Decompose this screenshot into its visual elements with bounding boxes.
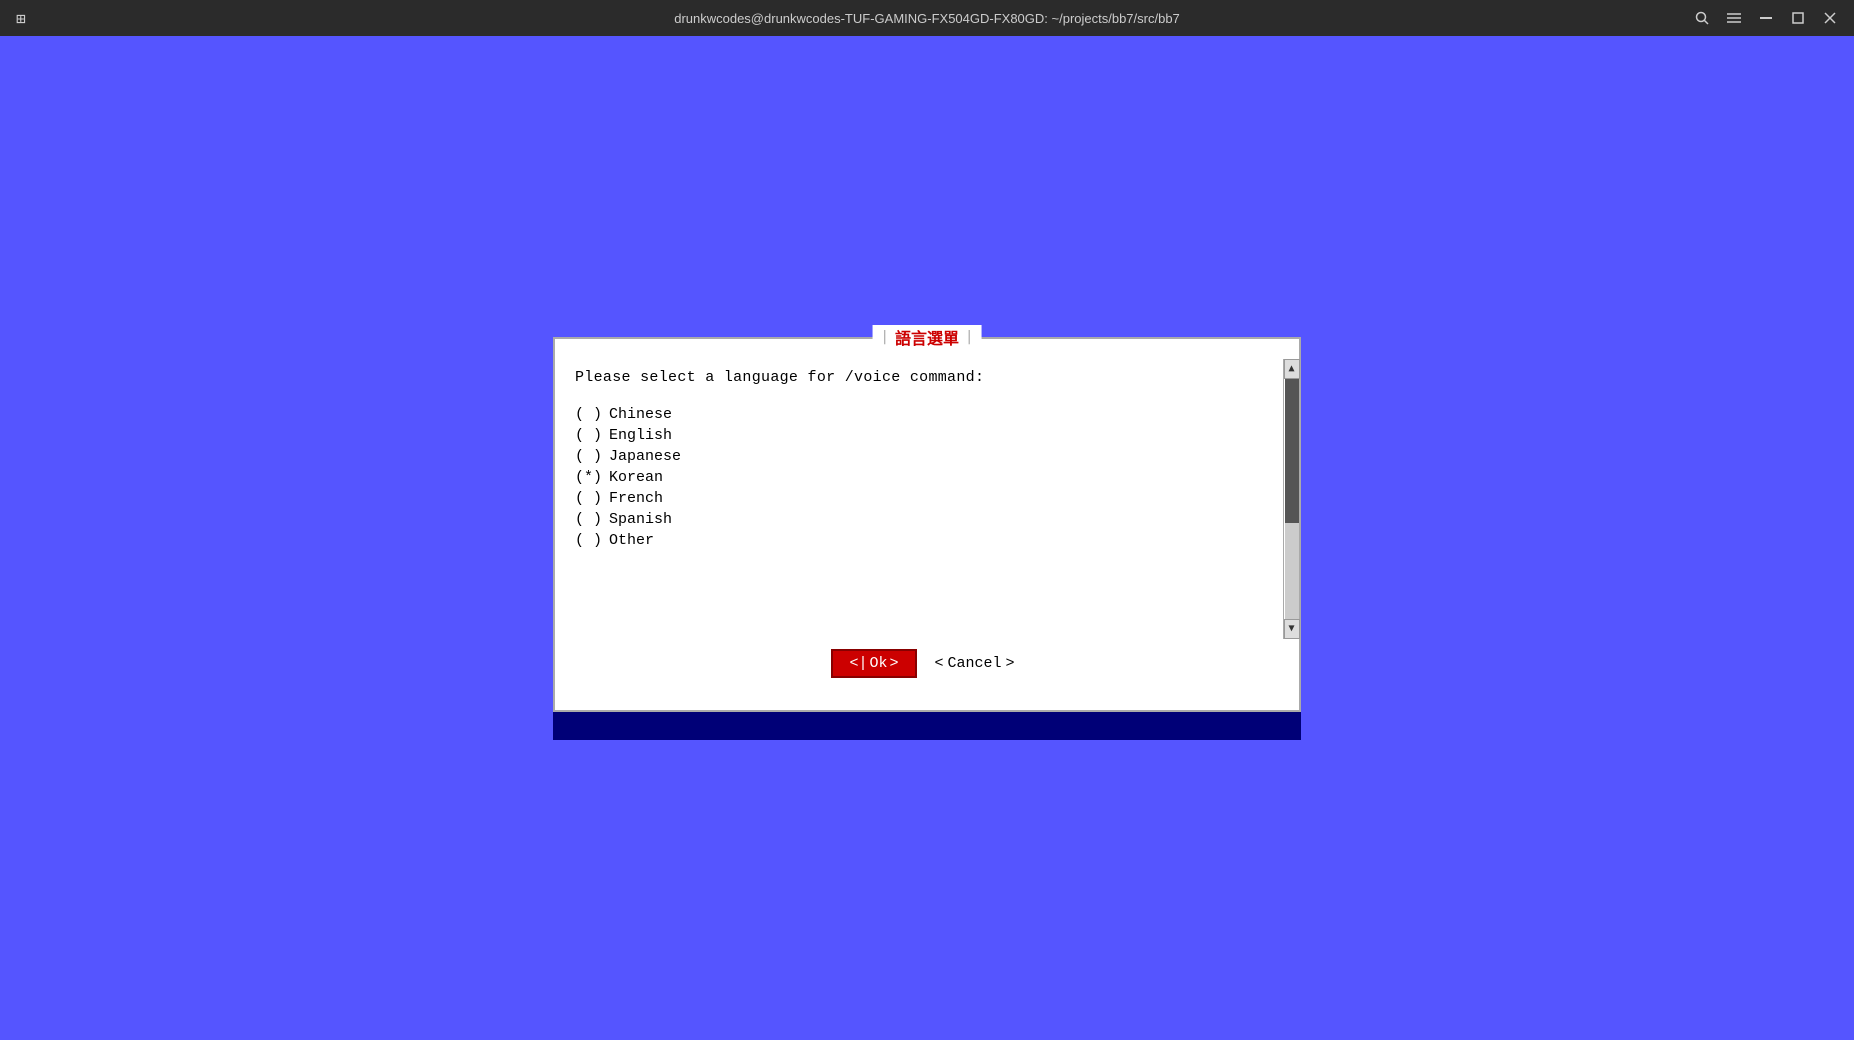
minimize-button[interactable]	[1752, 4, 1780, 32]
dialog-content: Please select a language for /voice comm…	[555, 359, 1299, 639]
cancel-label: Cancel	[948, 655, 1002, 672]
titlebar-left: ⊞	[10, 7, 32, 29]
cancel-bracket-left: <	[935, 655, 944, 672]
radio-label-japanese: Japanese	[609, 448, 681, 465]
dialog-outer: | 語言選單 | Please select a language for /v…	[553, 337, 1301, 740]
close-button[interactable]	[1816, 4, 1844, 32]
titlebar-controls	[1688, 4, 1844, 32]
radio-indicator-korean: (*)	[575, 469, 605, 486]
titlebar: ⊞ drunkwcodes@drunkwcodes-TUF-GAMING-FX5…	[0, 0, 1854, 36]
list-item[interactable]: ( ) Japanese	[575, 448, 1269, 465]
dialog-box: | 語言選單 | Please select a language for /v…	[553, 337, 1301, 712]
radio-indicator-english: ( )	[575, 427, 605, 444]
cancel-button[interactable]: < Cancel >	[927, 651, 1023, 676]
app-icon: ⊞	[10, 7, 32, 29]
radio-indicator-spanish: ( )	[575, 511, 605, 528]
ok-bracket-right: >	[889, 655, 898, 672]
dialog-content-area: Please select a language for /voice comm…	[555, 359, 1299, 639]
dialog-bottom-bar	[553, 712, 1301, 740]
radio-label-spanish: Spanish	[609, 511, 672, 528]
scrollbar-up-arrow[interactable]: ▲	[1284, 359, 1300, 379]
dialog-title: 語言選單	[895, 325, 959, 349]
radio-list: ( ) Chinese ( ) English ( ) Japanese (	[575, 406, 1269, 549]
radio-label-korean: Korean	[609, 469, 663, 486]
maximize-button[interactable]	[1784, 4, 1812, 32]
list-item[interactable]: ( ) Chinese	[575, 406, 1269, 423]
scrollbar-track	[1285, 379, 1299, 619]
radio-label-chinese: Chinese	[609, 406, 672, 423]
title-line-right: |	[965, 329, 973, 345]
dialog-titlebar: | 語言選單 |	[873, 325, 982, 349]
list-item[interactable]: (*) Korean	[575, 469, 1269, 486]
radio-label-other: Other	[609, 532, 654, 549]
list-item[interactable]: ( ) English	[575, 427, 1269, 444]
dialog-scrollbar[interactable]: ▲ ▼	[1283, 359, 1299, 639]
radio-indicator-french: ( )	[575, 490, 605, 507]
radio-label-french: French	[609, 490, 663, 507]
radio-label-english: English	[609, 427, 672, 444]
scrollbar-thumb[interactable]	[1285, 379, 1299, 523]
cancel-bracket-right: >	[1006, 655, 1015, 672]
terminal-area: | 語言選單 | Please select a language for /v…	[0, 36, 1854, 1040]
menu-button[interactable]	[1720, 4, 1748, 32]
list-item[interactable]: ( ) Other	[575, 532, 1269, 549]
ok-button[interactable]: <| Ok >	[831, 649, 916, 678]
list-item[interactable]: ( ) Spanish	[575, 511, 1269, 528]
dialog-prompt: Please select a language for /voice comm…	[575, 369, 1269, 386]
titlebar-title: drunkwcodes@drunkwcodes-TUF-GAMING-FX504…	[674, 11, 1180, 26]
list-item[interactable]: ( ) French	[575, 490, 1269, 507]
search-button[interactable]	[1688, 4, 1716, 32]
scrollbar-down-arrow[interactable]: ▼	[1284, 619, 1300, 639]
radio-indicator-chinese: ( )	[575, 406, 605, 423]
title-line-left: |	[881, 329, 889, 345]
ok-label: Ok	[869, 655, 887, 672]
radio-indicator-other: ( )	[575, 532, 605, 549]
ok-bracket-left: <|	[849, 655, 867, 672]
dialog-buttons: <| Ok > < Cancel >	[555, 639, 1299, 690]
radio-indicator-japanese: ( )	[575, 448, 605, 465]
